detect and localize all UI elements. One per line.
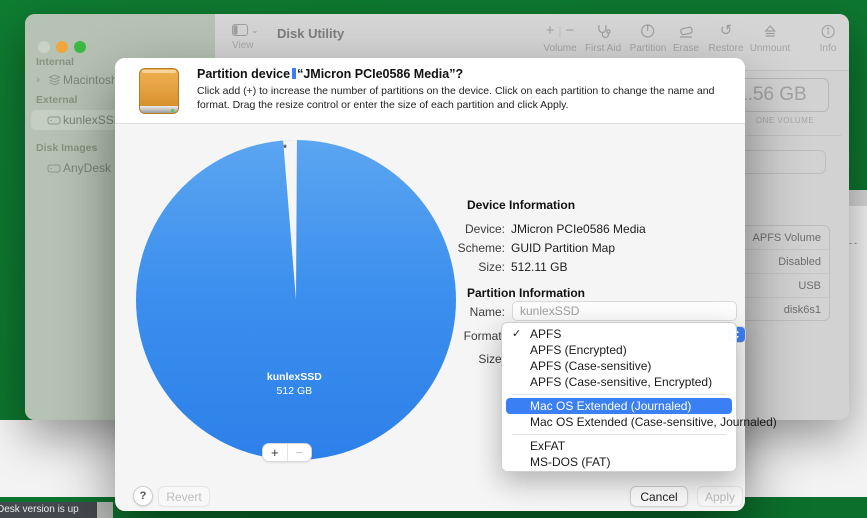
disk-image-icon <box>45 163 63 174</box>
partition-icon <box>630 22 667 40</box>
partition-pie-chart[interactable]: * kunlexSSD 512 GB <box>136 140 456 460</box>
sidebar-item-label: Macintosh <box>63 73 118 87</box>
pie-label: kunlexSSD 512 GB <box>267 370 322 398</box>
toolbar-volume[interactable]: +|− Volume <box>543 22 576 54</box>
remove-volume-icon[interactable]: − <box>566 22 575 40</box>
menu-item-macos-extended-journaled[interactable]: Mac OS Extended (Journaled) <box>506 398 732 414</box>
cancel-button[interactable]: Cancel <box>630 486 688 507</box>
add-partition-button[interactable]: + <box>263 444 287 461</box>
external-disk-icon <box>45 115 63 126</box>
device-info-heading: Device Information <box>467 198 575 212</box>
partition-add-remove: + − <box>262 443 312 462</box>
format-menu: ✓ APFS APFS (Encrypted) APFS (Case-sensi… <box>501 322 737 472</box>
size-value: 512.11 GB <box>511 260 567 274</box>
menu-item-apfs-case-sensitive-encrypted[interactable]: APFS (Case-sensitive, Encrypted) <box>506 374 732 390</box>
scheme-value: GUID Partition Map <box>511 241 615 255</box>
view-label: View <box>232 40 272 51</box>
pie-slice-marker: * <box>283 143 287 153</box>
device-value: JMicron PCIe0586 Media <box>511 222 646 236</box>
size-label: Size: <box>415 260 505 274</box>
external-drive-icon <box>135 67 183 115</box>
toolbar-first-aid[interactable]: First Aid <box>585 22 621 54</box>
partition-dialog: Partition device“JMicron PCIe0586 Media”… <box>115 58 745 511</box>
window-title: Disk Utility <box>277 26 344 41</box>
pie-label-size: 512 GB <box>267 384 322 398</box>
background-window-placeholder: -- <box>849 238 859 248</box>
dialog-title: Partition device“JMicron PCIe0586 Media”… <box>197 67 463 81</box>
menu-separator <box>512 434 726 435</box>
zoom-button[interactable] <box>74 41 86 53</box>
revert-button[interactable]: Revert <box>158 486 210 507</box>
add-volume-icon[interactable]: + <box>546 22 555 40</box>
partition-name-input[interactable]: kunlexSSD <box>512 301 737 321</box>
sidebar-section-disk-images: Disk Images <box>36 142 97 154</box>
erase-icon <box>673 22 699 40</box>
sidebar-item-label: kunlexSSD <box>63 113 122 127</box>
eject-icon <box>750 22 791 40</box>
desktop: -- Desk version is up Internal › Macinto… <box>0 0 867 518</box>
format-label: Format: <box>415 329 505 343</box>
menu-item-exfat[interactable]: ExFAT <box>506 438 732 454</box>
device-label: Device: <box>415 222 505 236</box>
remove-partition-button[interactable]: − <box>287 444 312 461</box>
name-label: Name: <box>415 305 505 319</box>
close-button[interactable] <box>38 41 50 53</box>
toolbar-restore[interactable]: ↺ Restore <box>708 22 743 54</box>
info-icon <box>820 22 837 40</box>
toolbar-erase[interactable]: Erase <box>673 22 699 54</box>
menu-item-macos-extended-case-sensitive[interactable]: Mac OS Extended (Case-sensitive, Journal… <box>506 414 732 430</box>
pie-label-name: kunlexSSD <box>267 370 322 384</box>
sidebar-item-label: AnyDesk <box>63 161 111 175</box>
background-statusbar: Desk version is up <box>0 502 97 518</box>
view-control[interactable]: ⌄ View <box>232 24 272 51</box>
menu-item-apfs[interactable]: ✓ APFS <box>506 326 732 342</box>
scheme-label: Scheme: <box>415 241 505 255</box>
help-button[interactable]: ? <box>133 486 153 506</box>
apply-button[interactable]: Apply <box>697 486 743 507</box>
text-cursor <box>292 68 296 79</box>
sidebar-section-internal: Internal <box>36 56 74 68</box>
statusbar-text: Desk version is up <box>0 502 79 518</box>
menu-item-msdos-fat[interactable]: MS-DOS (FAT) <box>506 454 732 470</box>
partition-size-label: Size: <box>415 352 505 366</box>
background-statusbar-stub <box>97 502 113 518</box>
chevron-right-icon[interactable]: › <box>31 74 45 86</box>
sidebar-section-external: External <box>36 94 77 106</box>
toolbar-unmount[interactable]: Unmount <box>750 22 791 54</box>
minimize-button[interactable] <box>56 41 68 53</box>
toolbar-partition[interactable]: Partition <box>630 22 667 54</box>
dialog-header: Partition device“JMicron PCIe0586 Media”… <box>115 58 745 124</box>
dialog-description: Click add (+) to increase the number of … <box>197 85 722 113</box>
menu-item-apfs-case-sensitive[interactable]: APFS (Case-sensitive) <box>506 358 732 374</box>
checkmark-icon: ✓ <box>512 326 521 342</box>
partition-info-heading: Partition Information <box>467 286 585 300</box>
chevron-down-icon: ⌄ <box>251 25 259 36</box>
internal-disk-icon <box>45 74 63 86</box>
menu-item-apfs-encrypted[interactable]: APFS (Encrypted) <box>506 342 732 358</box>
menu-separator <box>512 394 726 395</box>
toolbar-info[interactable]: Info <box>820 22 837 54</box>
restore-icon: ↺ <box>708 22 743 40</box>
first-aid-icon <box>585 22 621 40</box>
pie-small-slice[interactable] <box>136 140 456 460</box>
sidebar-toggle-icon <box>232 24 248 36</box>
